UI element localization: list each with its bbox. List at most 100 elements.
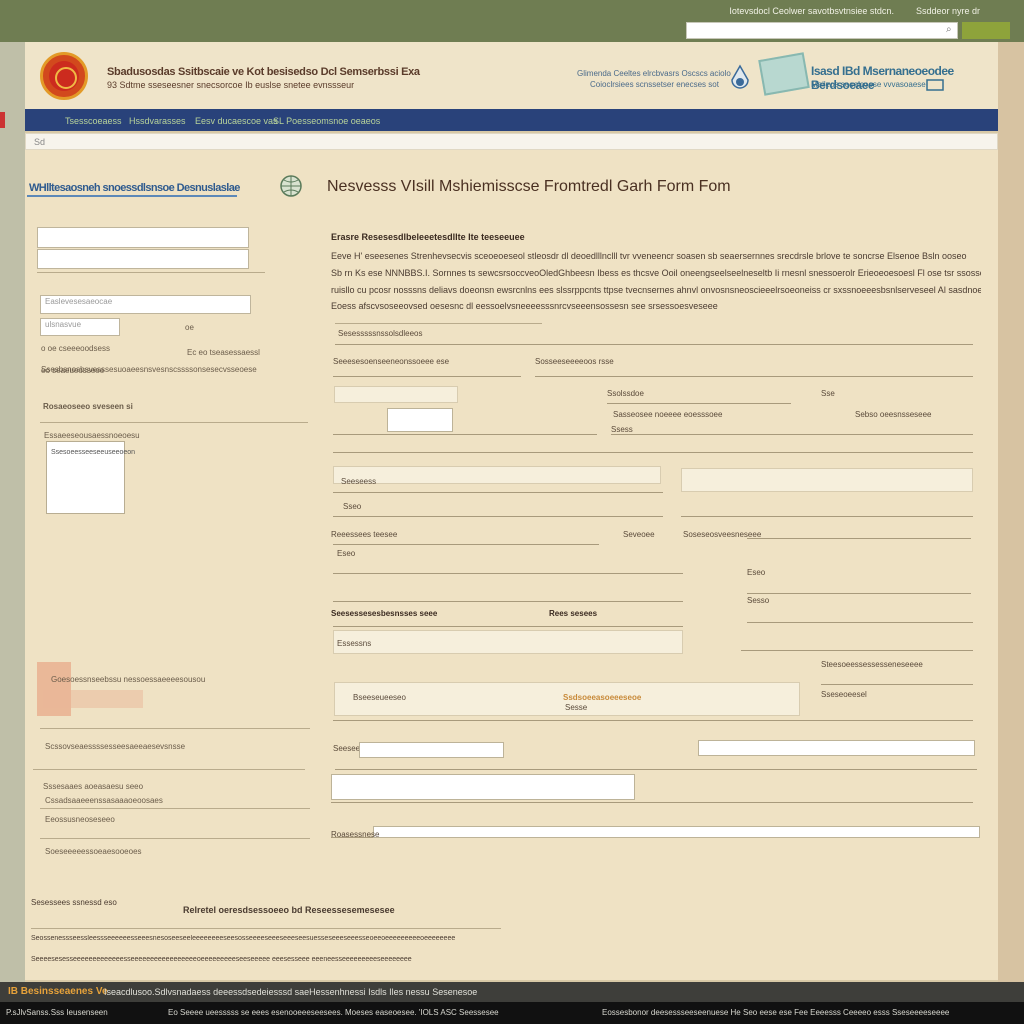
field-label: Sse <box>821 389 835 398</box>
sidebar-label: Sssesaaes aoeasaesu seeo <box>43 782 144 791</box>
field-line <box>747 593 971 594</box>
divider <box>33 769 305 770</box>
field-label: Bseeseueeseo <box>353 693 406 702</box>
divider <box>40 838 310 839</box>
sidebar-field-4[interactable]: ulsnasvue <box>40 318 120 336</box>
header-subtitle: 93 Sdtme sseseesner snecsorcoe Ib euslse… <box>107 80 355 90</box>
text-field[interactable] <box>698 740 975 756</box>
sidebar-label: Soeseeeeessoeaesooeoes <box>45 847 142 856</box>
field-label: Steesoeessessesseneseeee <box>821 660 923 669</box>
footer-bottom-left[interactable]: P.sJlvSanss.Sss Ieusenseen <box>6 1008 108 1017</box>
text-field[interactable] <box>333 466 661 484</box>
field-label: Eseo <box>747 568 766 577</box>
search-icon[interactable]: ⌕ <box>946 24 952 35</box>
field-label: Easlevesesaeocae <box>45 297 113 306</box>
top-bar: Iotevsdocl Ceolwer savotbsvtnsiee stdcn.… <box>0 0 1024 42</box>
field-label: Sebso oeesnsseseee <box>855 410 932 419</box>
nav-item-4[interactable]: SL Poesseomsnoe oeaeos <box>273 116 380 126</box>
nav-item-2[interactable]: Hssdvarasses <box>129 116 186 126</box>
footer-line: Seeeesesesseeeeeeeeeeeeesseeeeeeeeeeeeee… <box>31 956 412 963</box>
breadcrumb[interactable]: Sd <box>34 137 45 147</box>
field-label: Sseseoeesel <box>821 690 867 699</box>
sidebar-label: Ssesbsnosbsvesssesuoaeesnsvesnscssssonse… <box>41 365 257 374</box>
field-label: Sosseeseeeeoos rsse <box>535 357 614 366</box>
sidebar-field-2[interactable] <box>37 249 249 269</box>
search-button[interactable] <box>962 22 1010 39</box>
field-line <box>335 769 977 770</box>
highlight-label: Ssdsoeeasoeeeseoe <box>563 693 642 702</box>
field-line <box>333 601 683 602</box>
left-margin <box>0 42 25 982</box>
intro-paragraph-line: Eoess afscvsoseeovsed oesesnc dl eessoel… <box>331 301 718 311</box>
footer-bottom-right[interactable]: Eossesbonor deesessseeseenuese He Seo ee… <box>602 1008 949 1017</box>
main-nav: Tsesscoeaess Hssdvarasses Eesv ducaescoe… <box>25 109 998 131</box>
text-field[interactable] <box>681 468 973 492</box>
footer-heading: Relretel oeresdsessoeeo bd Reseessesemes… <box>183 905 395 915</box>
sidebar-field-1[interactable] <box>37 227 249 248</box>
main-content: WHlltesaosneh snoessdlsnsoe Desnuslaslae… <box>25 150 998 980</box>
section-label: Erasre Resesesdlbeleeetesdllte Ite teese… <box>331 232 525 242</box>
field-line <box>611 434 973 435</box>
stamp-icon <box>758 52 810 96</box>
text-field[interactable] <box>333 630 683 654</box>
field-line <box>747 622 973 623</box>
text-field[interactable] <box>334 386 458 403</box>
field-label: Sasseosee noeeee eoesssoee <box>613 410 723 419</box>
field-label: Seeseess <box>341 477 377 486</box>
partner-line-2: Coioclrsiees scnssetser enecses sot <box>590 80 719 89</box>
search-input[interactable] <box>686 22 958 39</box>
field-line <box>333 720 973 721</box>
drop-emblem-icon <box>731 64 749 89</box>
sidebar-label: Ec eo tseasessaessl <box>187 348 260 357</box>
divider <box>37 272 265 273</box>
field-label: Seveoee <box>623 530 655 539</box>
field-line <box>331 802 973 803</box>
page-title: Nesvesss VIsill Mshiemisscse Fromtredl G… <box>327 178 731 195</box>
top-link-1[interactable]: Iotevsdocl Ceolwer savotbsvtnsiee stdcn. <box>729 6 894 16</box>
divider <box>40 422 308 423</box>
field-line <box>333 573 683 574</box>
intro-paragraph-line: ruisllo cu pcosr nosssns deliavs doeonsn… <box>331 285 981 295</box>
field-label: Sesesssssnssolsdleeos <box>338 329 423 338</box>
sidebar-label: Goesoessnseebssu nessoessaeeeesousou <box>51 675 206 684</box>
field-label: Ssolssdoe <box>607 389 644 398</box>
field-line <box>821 684 973 685</box>
intro-paragraph-line: Eeve H' eseesenes Strenhevsecvis sceoeoe… <box>331 251 967 261</box>
text-field[interactable] <box>373 826 980 838</box>
field-line <box>333 376 521 377</box>
field-line <box>333 492 663 493</box>
footer-bottom-middle[interactable]: Eo Seeee ueesssss se eees esenooeeeseese… <box>168 1008 499 1017</box>
footer-badge: IB Besinsseaenes Ve <box>8 986 108 997</box>
sidebar-label: oe <box>185 323 194 332</box>
text-field[interactable] <box>331 774 635 800</box>
top-links: Iotevsdocl Ceolwer savotbsvtnsiee stdcn.… <box>729 6 980 16</box>
field-line <box>333 544 599 545</box>
right-margin <box>998 42 1024 982</box>
nav-item-1[interactable]: Tsesscoeaess <box>65 116 122 126</box>
field-label: Rees sesees <box>549 609 598 618</box>
field-line <box>333 626 683 627</box>
partner-line-1: Glimenda Ceeltes elrcbvasrs Oscscs aciol… <box>577 69 731 78</box>
sidebar-label: Essaeeseousaessnoeoesu <box>44 431 140 440</box>
sidebar-subheading: Rosaeoseeo sveseen si <box>43 402 133 411</box>
divider <box>335 323 542 324</box>
footer-bar: IB Besinsseaenes Ve Iseacdlusoo.Sdlvsnad… <box>0 982 1024 1002</box>
emblem-logo[interactable] <box>40 52 88 100</box>
field-label: Eseo <box>337 549 356 558</box>
text-field[interactable] <box>387 408 453 432</box>
footer-link[interactable]: Sesessees ssnessd eso <box>31 898 117 907</box>
sidebar-label: Cssadsaaeeenssasaaaoeoosaes <box>45 796 163 805</box>
text-field[interactable] <box>359 742 504 758</box>
footer-bottom-bar: P.sJlvSanss.Sss Ieusenseen Eo Seeee uees… <box>0 1002 1024 1024</box>
field-line <box>607 403 791 404</box>
sidebar-box[interactable]: Ssesoeesseeseeuseeoeon <box>46 441 135 514</box>
field-label: Seeesesoenseeneonssoeee ese <box>333 357 450 366</box>
divider <box>40 728 310 729</box>
badge-icon <box>926 79 944 91</box>
sidebar-label: o oe cseeeoodsess <box>41 344 110 353</box>
nav-item-3[interactable]: Eesv ducaescoe vas <box>195 116 278 126</box>
top-link-2[interactable]: Ssddeor nyre dr <box>916 6 980 16</box>
sidebar-field-3[interactable]: Easlevesesaeocae <box>40 295 251 314</box>
field-line <box>535 376 973 377</box>
box-label: Ssesoeesseeseeuseeoeon <box>51 449 136 456</box>
